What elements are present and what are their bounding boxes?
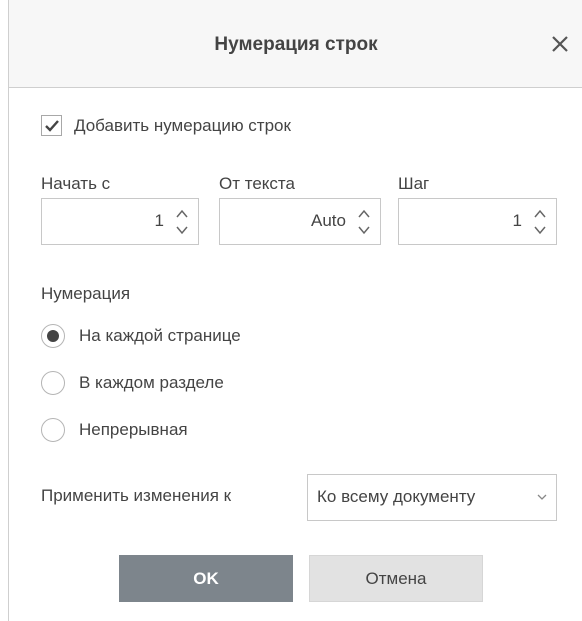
radio-each-page-label: На каждой странице [79,326,241,345]
numbering-section-label: Нумерация [41,284,131,303]
from-text-label: От текста [219,174,295,193]
from-text-spinner[interactable]: Auto [219,198,381,245]
spinner-arrows-icon[interactable] [532,206,548,238]
radio-continuous[interactable]: Непрерывная [41,418,188,442]
add-numbering-label: Добавить нумерацию строк [74,115,291,135]
start-at-label: Начать с [41,174,111,193]
dialog-header: Нумерация строк [9,0,582,88]
radio-button[interactable] [41,371,65,395]
start-at-value: 1 [154,211,164,230]
step-label: Шаг [398,174,430,193]
ok-button[interactable]: OK [119,555,293,602]
step-value: 1 [512,211,522,230]
step-spinner[interactable]: 1 [398,198,557,245]
radio-each-section-label: В каждом разделе [79,373,224,392]
dialog-title: Нумерация строк [214,34,378,55]
apply-to-value: Ко всему документу [317,487,476,506]
radio-selected-dot [47,330,59,342]
apply-to-select[interactable]: Ко всему документу [307,474,557,521]
cancel-button[interactable]: Отмена [309,555,483,602]
spinner-arrows-icon[interactable] [174,206,190,238]
from-text-value: Auto [311,211,346,230]
radio-each-section[interactable]: В каждом разделе [41,371,224,395]
radio-button[interactable] [41,418,65,442]
close-button[interactable] [543,27,577,61]
radio-each-page[interactable]: На каждой странице [41,324,241,348]
spinner-arrows-icon[interactable] [356,206,372,238]
radio-continuous-label: Непрерывная [79,420,188,439]
line-numbering-dialog: Нумерация строк Добавить нумерацию строк… [8,0,582,621]
close-icon [552,36,568,52]
add-numbering-checkbox-row[interactable]: Добавить нумерацию строк [41,115,291,136]
chevron-down-icon [537,494,547,500]
apply-to-label: Применить изменения к [41,486,232,505]
checkmark-icon [44,119,59,132]
radio-button[interactable] [41,324,65,348]
add-numbering-checkbox[interactable] [41,115,62,136]
start-at-spinner[interactable]: 1 [41,198,199,245]
